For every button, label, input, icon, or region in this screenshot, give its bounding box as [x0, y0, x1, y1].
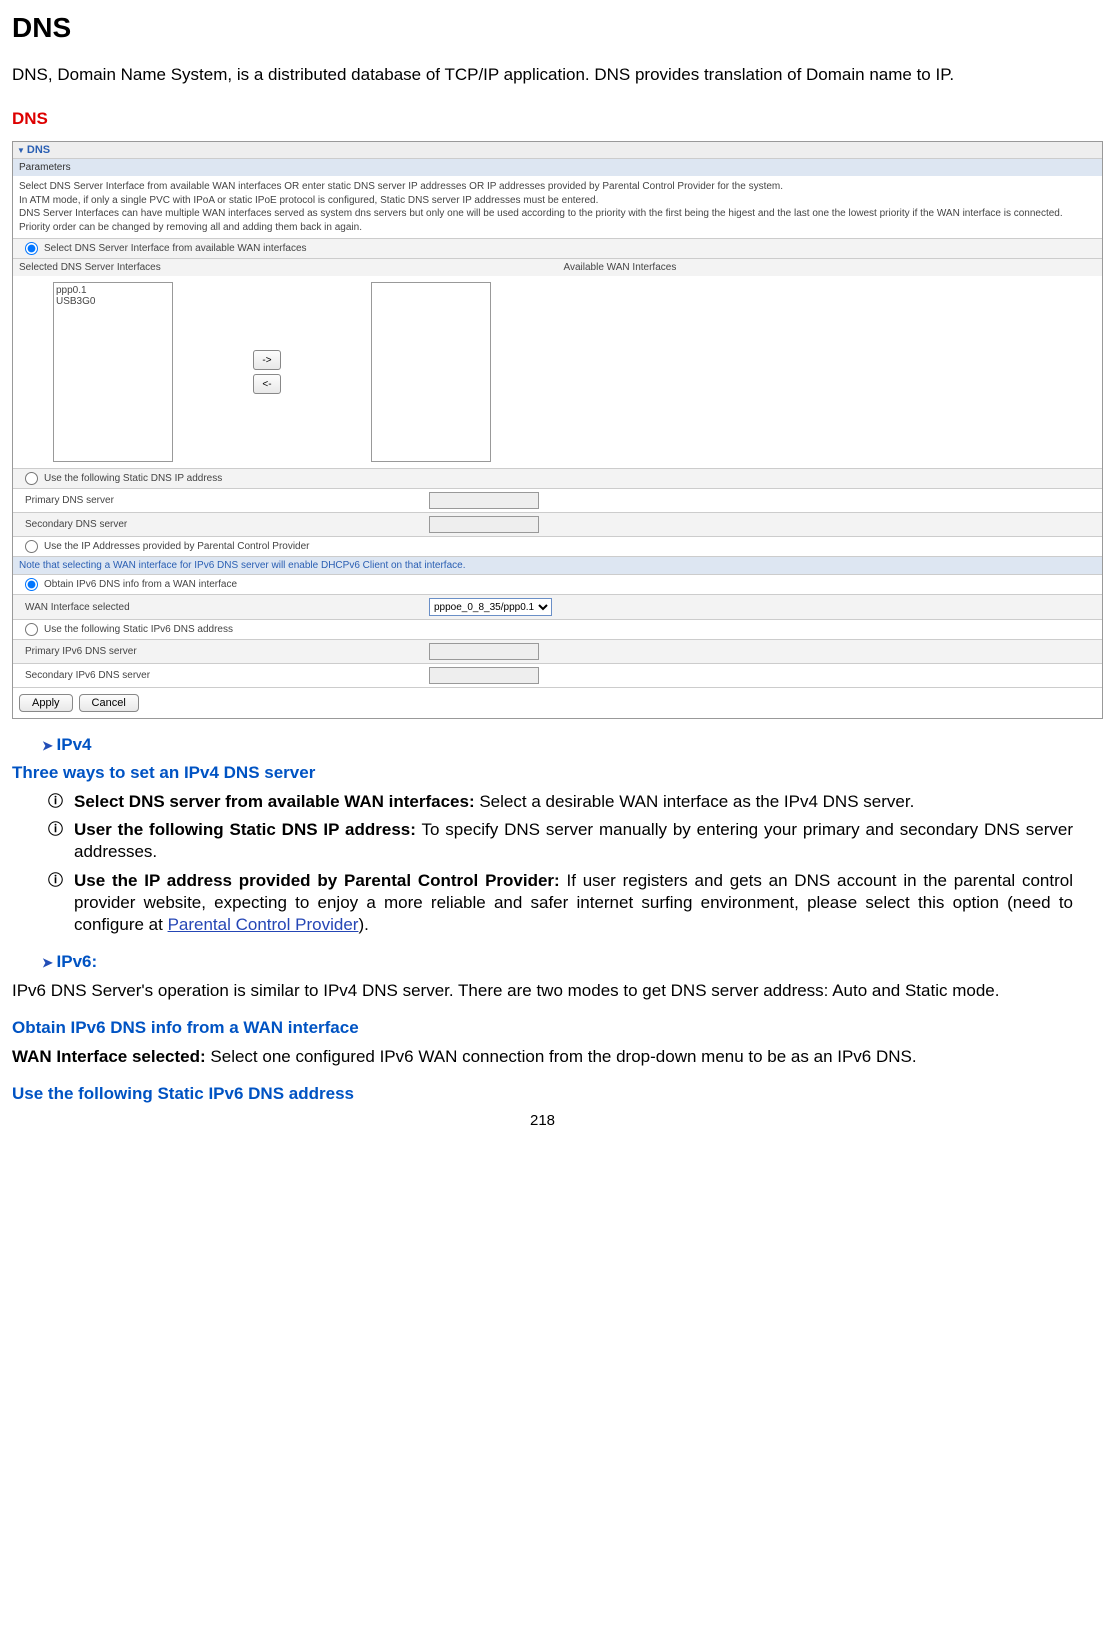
page-number: 218: [12, 1112, 1073, 1129]
desc-line: In ATM mode, if only a single PVC with I…: [19, 195, 598, 206]
selected-interfaces-listbox[interactable]: ppp0.1 USB3G0: [53, 282, 173, 462]
apply-button[interactable]: Apply: [19, 694, 73, 712]
list-item[interactable]: ppp0.1: [56, 285, 170, 296]
wan-selected-paragraph: WAN Interface selected: Select one confi…: [12, 1046, 1073, 1068]
list-item[interactable]: USB3G0: [56, 296, 170, 307]
desc-line: Priority order can be changed by removin…: [19, 222, 362, 233]
panel-description: Select DNS Server Interface from availab…: [13, 176, 1102, 238]
label-static-ipv6: Use the following Static IPv6 DNS addres…: [44, 624, 233, 635]
cancel-button[interactable]: Cancel: [79, 694, 139, 712]
obtain-ipv6-heading: Obtain IPv6 DNS info from a WAN interfac…: [12, 1018, 1073, 1038]
panel-title[interactable]: DNS: [13, 142, 1102, 158]
label-primary-ipv6: Primary IPv6 DNS server: [19, 646, 419, 657]
row-static-dns: Use the following Static DNS IP address: [13, 468, 1102, 488]
label-secondary-dns: Secondary DNS server: [19, 519, 419, 530]
ipv6-paragraph: IPv6 DNS Server's operation is similar t…: [12, 980, 1073, 1002]
available-interfaces-header: Available WAN Interfaces: [558, 259, 1103, 276]
radio-select-wan[interactable]: [25, 242, 38, 255]
intro-text: DNS, Domain Name System, is a distribute…: [12, 64, 1073, 85]
page-title: DNS: [12, 12, 1073, 44]
li2-bold: User the following Static DNS IP address…: [74, 820, 416, 839]
desc-line: DNS Server Interfaces can have multiple …: [19, 208, 1063, 219]
label-select-wan: Select DNS Server Interface from availab…: [44, 243, 307, 254]
row-wan-select: WAN Interface selected pppoe_0_8_35/ppp0…: [13, 594, 1102, 619]
static-ipv6-heading: Use the following Static IPv6 DNS addres…: [12, 1084, 1073, 1104]
wan-sel-text: Select one configured IPv6 WAN connectio…: [206, 1047, 917, 1066]
row-secondary-dns: Secondary DNS server: [13, 512, 1102, 536]
three-ways-heading: Three ways to set an IPv4 DNS server: [12, 763, 1073, 783]
radio-static-dns[interactable]: [25, 472, 38, 485]
row-parental: Use the IP Addresses provided by Parenta…: [13, 536, 1102, 556]
radio-obtain-ipv6[interactable]: [25, 578, 38, 591]
selected-interfaces-header: Selected DNS Server Interfaces: [13, 259, 558, 276]
radio-parental[interactable]: [25, 540, 38, 553]
ipv6-heading: IPv6:: [42, 952, 1073, 972]
label-obtain-ipv6: Obtain IPv6 DNS info from a WAN interfac…: [44, 579, 237, 590]
row-obtain-ipv6: Obtain IPv6 DNS info from a WAN interfac…: [13, 574, 1102, 594]
wan-sel-bold: WAN Interface selected:: [12, 1047, 206, 1066]
li1-text: Select a desirable WAN interface as the …: [475, 792, 915, 811]
row-secondary-ipv6: Secondary IPv6 DNS server: [13, 663, 1102, 687]
parental-control-link[interactable]: Parental Control Provider: [168, 915, 359, 934]
label-parental: Use the IP Addresses provided by Parenta…: [44, 541, 310, 552]
label-secondary-ipv6: Secondary IPv6 DNS server: [19, 670, 419, 681]
li3-bold: Use the IP address provided by Parental …: [74, 871, 560, 890]
wan-interface-select[interactable]: pppoe_0_8_35/ppp0.1: [429, 598, 552, 616]
button-row: Apply Cancel: [13, 687, 1102, 718]
row-primary-dns: Primary DNS server: [13, 488, 1102, 512]
label-wan-selected: WAN Interface selected: [19, 602, 419, 613]
move-left-button[interactable]: <-: [253, 374, 281, 394]
secondary-ipv6-input[interactable]: [429, 667, 539, 684]
desc-line: Select DNS Server Interface from availab…: [19, 181, 783, 192]
label-static-dns: Use the following Static DNS IP address: [44, 473, 222, 484]
list-item: User the following Static DNS IP address…: [48, 819, 1073, 863]
interface-picker: ppp0.1 USB3G0 -> <-: [13, 276, 1102, 468]
row-static-ipv6: Use the following Static IPv6 DNS addres…: [13, 619, 1102, 639]
secondary-dns-input[interactable]: [429, 516, 539, 533]
dns-config-panel: DNS Parameters Select DNS Server Interfa…: [12, 141, 1103, 719]
parameters-header: Parameters: [13, 158, 1102, 176]
row-select-wan: Select DNS Server Interface from availab…: [13, 238, 1102, 258]
move-right-button[interactable]: ->: [253, 350, 281, 370]
li3-text-b: ).: [358, 915, 368, 934]
primary-ipv6-input[interactable]: [429, 643, 539, 660]
info-list: Select DNS server from available WAN int…: [12, 791, 1073, 936]
ipv6-note: Note that selecting a WAN interface for …: [13, 556, 1102, 574]
ipv4-heading: IPv4: [42, 735, 1073, 755]
label-primary-dns: Primary DNS server: [19, 495, 419, 506]
section-dns-heading: DNS: [12, 109, 1073, 129]
primary-dns-input[interactable]: [429, 492, 539, 509]
li1-bold: Select DNS server from available WAN int…: [74, 792, 475, 811]
row-primary-ipv6: Primary IPv6 DNS server: [13, 639, 1102, 663]
radio-static-ipv6[interactable]: [25, 623, 38, 636]
list-item: Use the IP address provided by Parental …: [48, 870, 1073, 936]
list-item: Select DNS server from available WAN int…: [48, 791, 1073, 813]
available-interfaces-listbox[interactable]: [371, 282, 491, 462]
